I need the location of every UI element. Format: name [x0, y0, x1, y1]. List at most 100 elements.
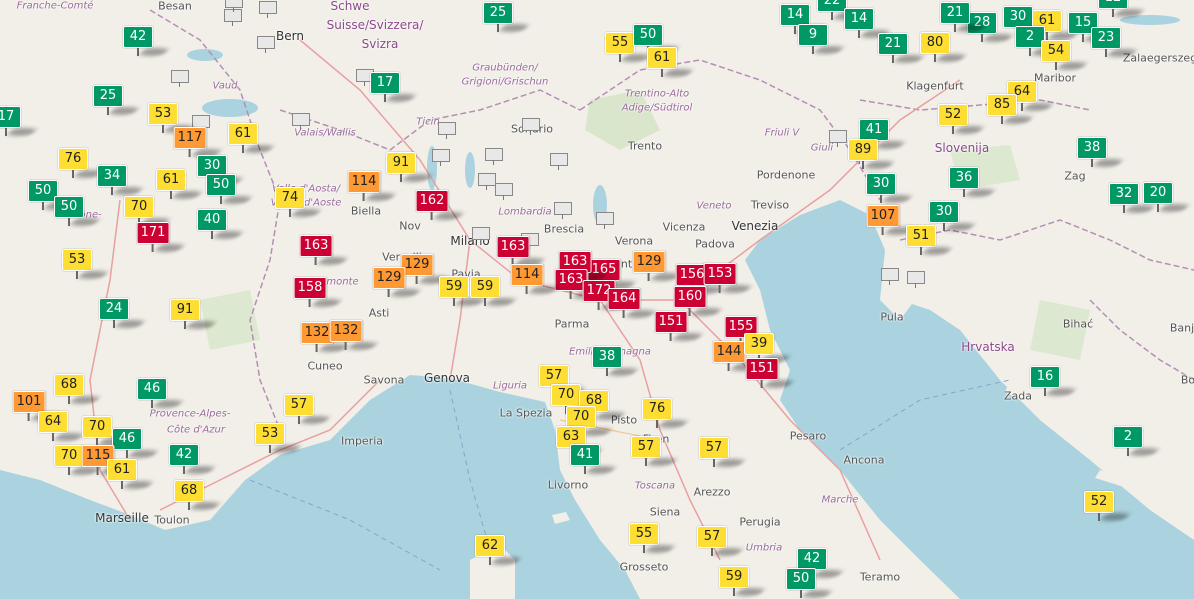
aqi-station-marker[interactable]: 59 — [439, 276, 487, 306]
aqi-station-marker[interactable]: 59 — [719, 566, 767, 596]
aqi-value[interactable]: 64 — [38, 411, 68, 433]
aqi-value[interactable]: 21 — [940, 2, 970, 24]
aqi-station-marker[interactable]: 114 — [510, 264, 560, 294]
aqi-value[interactable]: 59 — [470, 276, 500, 298]
aqi-value[interactable]: 132 — [329, 320, 363, 342]
aqi-station-marker[interactable]: 57 — [699, 437, 747, 467]
aqi-value[interactable]: 57 — [631, 436, 661, 458]
aqi-station-marker[interactable]: 101 — [12, 391, 62, 421]
aqi-station-marker[interactable]: 38 — [592, 346, 640, 376]
aqi-value[interactable]: 50 — [206, 174, 236, 196]
aqi-value[interactable]: 68 — [174, 480, 204, 502]
aqi-value[interactable]: 41 — [859, 119, 889, 141]
aqi-station-marker[interactable]: 61 — [228, 123, 276, 153]
aqi-station-marker[interactable]: 39 — [744, 333, 792, 363]
aqi-value[interactable]: 59 — [719, 566, 749, 588]
aqi-value[interactable]: 32 — [1109, 183, 1139, 205]
aqi-value[interactable]: 164 — [607, 288, 641, 310]
aqi-station-marker[interactable]: 57 — [284, 394, 332, 424]
aqi-station-marker[interactable]: 61 — [647, 47, 695, 77]
aqi-station-marker[interactable]: 85 — [987, 94, 1035, 124]
aqi-value[interactable]: 9 — [798, 24, 828, 46]
aqi-value[interactable]: 38 — [592, 346, 622, 368]
aqi-value[interactable]: 74 — [275, 187, 305, 209]
aqi-value[interactable]: 23 — [1091, 27, 1121, 49]
aqi-station-marker[interactable]: 158 — [293, 277, 343, 307]
aqi-value[interactable]: 163 — [299, 235, 333, 257]
aqi-station-marker[interactable]: 52 — [938, 104, 986, 134]
aqi-station-marker[interactable]: 14 — [780, 4, 828, 34]
aqi-value[interactable]: 53 — [148, 103, 178, 125]
aqi-station-marker[interactable]: 132 — [300, 322, 350, 352]
nodata-station-marker[interactable] — [881, 268, 899, 285]
aqi-station-marker[interactable]: 54 — [1041, 40, 1089, 70]
nodata-station-marker[interactable] — [171, 70, 189, 87]
aqi-station-marker[interactable]: 129 — [400, 254, 450, 284]
aqi-value[interactable]: 41 — [570, 444, 600, 466]
aqi-value[interactable]: 61 — [228, 123, 258, 145]
aqi-station-marker[interactable]: 36 — [949, 167, 997, 197]
aqi-station-marker[interactable]: 16 — [1030, 366, 1078, 396]
aqi-station-marker[interactable]: 57 — [697, 526, 745, 556]
aqi-station-marker[interactable]: 21 — [878, 33, 926, 63]
aqi-station-marker[interactable]: 151 — [745, 358, 795, 388]
aqi-value[interactable]: 151 — [654, 311, 688, 333]
aqi-station-marker[interactable]: 70 — [551, 384, 599, 414]
aqi-value[interactable]: 46 — [137, 378, 167, 400]
aqi-value[interactable]: 129 — [400, 254, 434, 276]
aqi-value[interactable]: 52 — [1084, 491, 1114, 513]
aqi-station-marker[interactable]: 20 — [1143, 182, 1191, 212]
aqi-station-marker[interactable]: 22 — [817, 0, 865, 20]
aqi-value[interactable]: 70 — [54, 445, 84, 467]
aqi-value[interactable]: 70 — [551, 384, 581, 406]
nodata-station-marker[interactable] — [596, 212, 614, 229]
aqi-station-marker[interactable]: 24 — [99, 298, 147, 328]
aqi-value[interactable]: 57 — [697, 526, 727, 548]
aqi-station-marker[interactable]: 76 — [642, 398, 690, 428]
aqi-station-marker[interactable]: 53 — [62, 249, 110, 279]
aqi-value[interactable]: 89 — [848, 139, 878, 161]
aqi-station-marker[interactable]: 55 — [629, 523, 677, 553]
aqi-station-marker[interactable]: 17 — [370, 72, 418, 102]
aqi-value[interactable]: 42 — [797, 548, 827, 570]
aqi-value[interactable]: 160 — [673, 286, 707, 308]
aqi-value[interactable]: 2 — [1113, 426, 1143, 448]
aqi-value[interactable]: 42 — [123, 26, 153, 48]
aqi-station-marker[interactable]: 57 — [631, 436, 679, 466]
aqi-value[interactable]: 76 — [58, 148, 88, 170]
aqi-station-marker[interactable]: 151 — [654, 311, 704, 341]
aqi-value[interactable]: 25 — [483, 2, 513, 24]
aqi-value[interactable]: 70 — [124, 196, 154, 218]
nodata-station-marker[interactable] — [522, 118, 540, 135]
aqi-value[interactable]: 52 — [938, 104, 968, 126]
aqi-station-marker[interactable]: 163 — [299, 235, 349, 265]
nodata-station-marker[interactable] — [495, 183, 513, 200]
aqi-station-marker[interactable]: 17 — [0, 106, 39, 136]
aqi-station-marker[interactable]: 25 — [93, 85, 141, 115]
aqi-station-marker[interactable]: 30 — [866, 173, 914, 203]
aqi-value[interactable]: 55 — [629, 523, 659, 545]
aqi-value[interactable]: 162 — [415, 190, 449, 212]
aqi-value[interactable]: 76 — [642, 398, 672, 420]
aqi-value[interactable]: 24 — [99, 298, 129, 320]
aqi-value[interactable]: 59 — [439, 276, 469, 298]
aqi-station-marker[interactable]: 42 — [797, 548, 845, 578]
aqi-value[interactable]: 14 — [844, 8, 874, 30]
nodata-station-marker[interactable] — [257, 36, 275, 53]
aqi-station-marker[interactable]: 153 — [703, 263, 753, 293]
aqi-value[interactable]: 57 — [699, 437, 729, 459]
aqi-value[interactable]: 114 — [510, 264, 544, 286]
aqi-station-marker[interactable]: 61 — [107, 459, 155, 489]
aqi-value[interactable]: 153 — [703, 263, 737, 285]
aqi-value[interactable]: 54 — [1041, 40, 1071, 62]
aqi-value[interactable]: 62 — [475, 535, 505, 557]
aqi-station-marker[interactable]: 32 — [1109, 183, 1157, 213]
aqi-station-marker[interactable]: 160 — [673, 286, 723, 316]
aqi-station-marker[interactable]: 55 — [605, 32, 653, 62]
aqi-value[interactable]: 12 — [1098, 0, 1128, 9]
aqi-station-marker[interactable]: 162 — [415, 190, 465, 220]
aqi-station-marker[interactable]: 53 — [148, 103, 196, 133]
aqi-station-marker[interactable]: 68 — [174, 480, 222, 510]
aqi-station-marker[interactable]: 91 — [386, 152, 434, 182]
aqi-station-marker[interactable]: 114 — [347, 171, 397, 201]
